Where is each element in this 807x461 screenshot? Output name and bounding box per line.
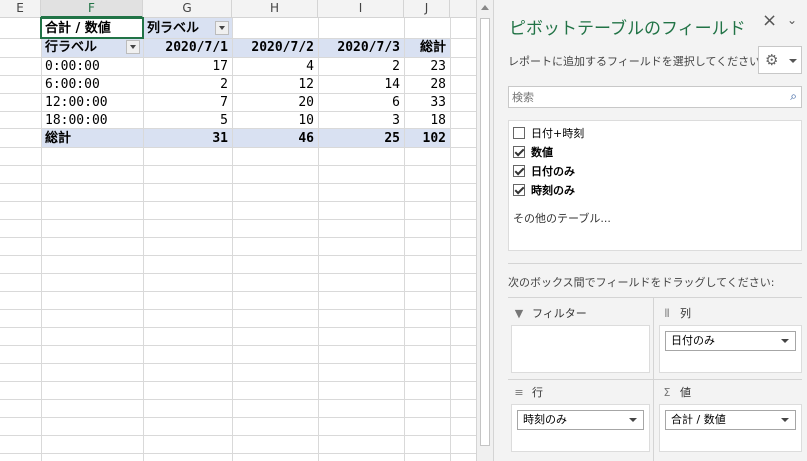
values-area-header: Σ値	[660, 384, 691, 402]
column-header-j[interactable]: J	[404, 0, 450, 18]
caret-down-icon[interactable]	[781, 339, 789, 343]
field-selection-instruction: レポートに追加するフィールドを選択してください:	[508, 55, 764, 68]
field-list: 日付+時刻 数値 日付のみ 時刻のみ その他のテーブル...	[508, 120, 802, 251]
pivot-cell[interactable]: 2	[143, 75, 232, 94]
rows-area-header: ≡ 行	[512, 384, 543, 402]
columns-icon: ⦀	[664, 307, 670, 320]
pivot-col-header[interactable]: 2020/7/1	[143, 38, 232, 57]
pane-title: ピボットテーブルのフィールド	[509, 19, 746, 39]
pivot-row-label[interactable]: 12:00:00	[41, 93, 143, 112]
values-field-pill[interactable]: 合計 / 数値	[665, 410, 796, 430]
scroll-up-arrow-icon[interactable]	[481, 5, 489, 10]
pivot-row-label[interactable]: 18:00:00	[41, 111, 143, 130]
field-checkbox[interactable]	[513, 146, 525, 158]
filter-area-box[interactable]	[511, 325, 650, 373]
vertical-scrollbar[interactable]	[476, 0, 493, 461]
filter-area-label: フィルター	[532, 307, 587, 320]
values-area-box[interactable]: 合計 / 数値	[659, 404, 802, 452]
field-item-time-only[interactable]: 時刻のみ	[513, 182, 575, 200]
field-checkbox[interactable]	[513, 184, 525, 196]
row-label-filter-button[interactable]	[126, 40, 140, 54]
pivot-cell[interactable]: 3	[318, 111, 404, 130]
pivot-total-cell[interactable]: 102	[404, 129, 450, 148]
columns-area-label: 列	[680, 307, 691, 320]
caret-down-icon[interactable]	[629, 418, 637, 422]
pivot-cell[interactable]: 7	[143, 93, 232, 112]
columns-field-label: 日付のみ	[671, 334, 715, 347]
filter-area-header: ▼ フィルター	[512, 305, 587, 323]
pivot-total-cell[interactable]: 31	[143, 129, 232, 148]
filter-icon: ▼	[514, 307, 524, 320]
column-header-h[interactable]: H	[232, 0, 318, 18]
column-label-filter-button[interactable]	[215, 21, 229, 35]
pivot-col-header[interactable]: 2020/7/3	[318, 38, 404, 57]
gear-icon: ⚙	[765, 51, 779, 69]
sigma-icon: Σ	[663, 386, 671, 399]
rows-area-box[interactable]: 時刻のみ	[511, 404, 650, 452]
scroll-thumb[interactable]	[480, 18, 490, 446]
areas-instruction: 次のボックス間でフィールドをドラッグしてください:	[508, 276, 775, 289]
pivot-cell[interactable]: 12	[232, 75, 318, 94]
pivot-total-cell[interactable]: 46	[232, 129, 318, 148]
pivot-col-header[interactable]: 2020/7/2	[232, 38, 318, 57]
columns-area-box[interactable]: 日付のみ	[659, 325, 802, 373]
chevron-down-icon[interactable]: ⌄	[787, 13, 797, 27]
field-label: 日付+時刻	[531, 127, 585, 140]
pivot-row-label[interactable]: 6:00:00	[41, 75, 143, 94]
columns-area-header: ⦀ 列	[660, 305, 691, 323]
pivot-total-cell[interactable]: 25	[318, 129, 404, 148]
caret-down-icon	[789, 59, 797, 63]
values-area-label: 値	[680, 386, 691, 399]
worksheet[interactable]: E F G H I J 合計 / 数値 列ラベル 行ラベル 2020/7/1 2…	[0, 0, 476, 461]
rows-field-pill[interactable]: 時刻のみ	[517, 410, 644, 430]
pivot-cell[interactable]: 5	[143, 111, 232, 130]
pivot-field-pane: ピボットテーブルのフィールド × ⌄ レポートに追加するフィールドを選択してくだ…	[493, 0, 807, 461]
field-label: 日付のみ	[531, 165, 575, 178]
columns-field-pill[interactable]: 日付のみ	[665, 331, 796, 351]
pivot-cell[interactable]: 4	[232, 57, 318, 76]
field-label: 時刻のみ	[531, 184, 575, 197]
column-header-f[interactable]: F	[41, 0, 143, 18]
pivot-cell[interactable]: 2	[318, 57, 404, 76]
rows-icon: ≡	[514, 386, 524, 399]
pivot-col-header-total[interactable]: 総計	[404, 38, 450, 57]
field-item-datetime[interactable]: 日付+時刻	[513, 125, 584, 143]
pivot-cell[interactable]: 20	[232, 93, 318, 112]
field-search-input[interactable]	[509, 87, 769, 107]
pivot-cell[interactable]: 23	[404, 57, 450, 76]
field-label: 数値	[531, 146, 553, 159]
pivot-column-label-caption[interactable]: 列ラベル	[143, 19, 223, 38]
field-checkbox[interactable]	[513, 165, 525, 177]
field-item-value[interactable]: 数値	[513, 144, 553, 162]
pivot-cell[interactable]: 6	[318, 93, 404, 112]
column-header-row: E F G H I J	[0, 0, 476, 18]
pivot-cell[interactable]: 17	[143, 57, 232, 76]
pivot-cell[interactable]: 18	[404, 111, 450, 130]
column-header-g[interactable]: G	[143, 0, 232, 18]
close-icon[interactable]: ×	[762, 10, 777, 31]
pivot-row-label[interactable]: 0:00:00	[41, 57, 143, 76]
field-search-box[interactable]: ⌕	[508, 86, 802, 108]
caret-down-icon[interactable]	[781, 418, 789, 422]
column-header-e[interactable]: E	[0, 0, 41, 18]
search-icon[interactable]: ⌕	[790, 89, 797, 104]
field-item-date-only[interactable]: 日付のみ	[513, 163, 575, 181]
rows-area-label: 行	[532, 386, 543, 399]
values-field-label: 合計 / 数値	[671, 413, 726, 426]
more-tables-link[interactable]: その他のテーブル...	[513, 210, 611, 226]
active-cell-selection	[40, 17, 144, 39]
pivot-cell[interactable]: 28	[404, 75, 450, 94]
pivot-cell[interactable]: 14	[318, 75, 404, 94]
column-header-i[interactable]: I	[318, 0, 404, 18]
rows-field-label: 時刻のみ	[523, 413, 567, 426]
pivot-cell[interactable]: 10	[232, 111, 318, 130]
field-checkbox[interactable]	[513, 127, 525, 139]
pivot-total-label[interactable]: 総計	[41, 129, 143, 148]
pivot-cell[interactable]: 33	[404, 93, 450, 112]
tools-button[interactable]: ⚙	[758, 46, 802, 74]
